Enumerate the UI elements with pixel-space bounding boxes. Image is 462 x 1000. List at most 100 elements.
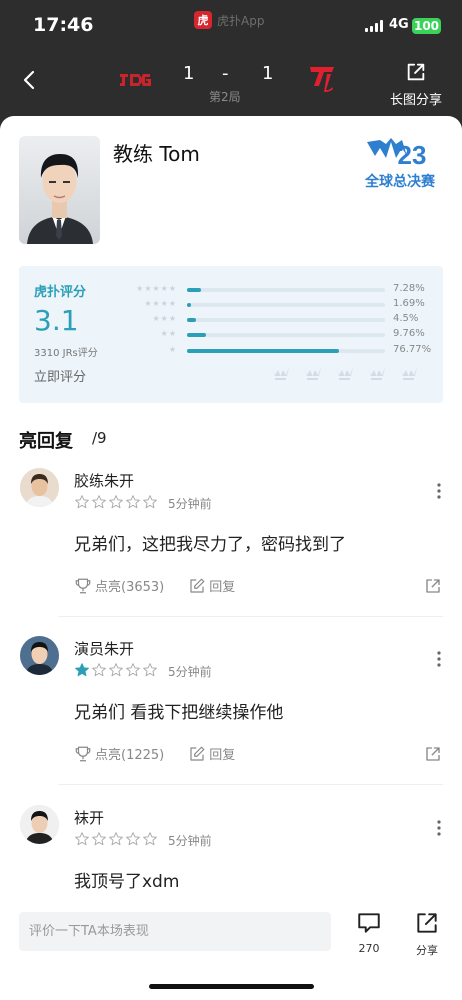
distribution-fill bbox=[187, 288, 202, 292]
bright-replies-heading: 亮回复 bbox=[19, 431, 73, 452]
star-empty-icon bbox=[92, 832, 106, 846]
score-left: 1 bbox=[183, 63, 195, 84]
reply-username[interactable]: 演员朱开 bbox=[74, 638, 134, 659]
home-indicator bbox=[149, 984, 314, 989]
star-empty-icon bbox=[92, 495, 106, 509]
reply-text: 我顶号了xdm bbox=[74, 872, 180, 892]
star-empty-icon bbox=[75, 495, 89, 509]
distribution-stars: ★ bbox=[168, 345, 177, 354]
trophy-like-icon bbox=[75, 746, 91, 761]
score-right: 1 bbox=[262, 63, 274, 84]
star-empty-icon bbox=[126, 495, 140, 509]
distribution-fill bbox=[187, 333, 207, 337]
reply-time: 5分钟前 bbox=[168, 497, 212, 511]
more-options-icon[interactable] bbox=[433, 482, 445, 500]
distribution-stars: ★★★★ bbox=[144, 299, 177, 308]
reply-label: 回复 bbox=[209, 580, 236, 595]
rate-now-button[interactable]: 立即评分 bbox=[34, 366, 86, 385]
app-indicator: 虎 虎扑App bbox=[194, 10, 264, 30]
long-image-share-label: 长图分享 bbox=[389, 93, 442, 108]
reply-text: 兄弟们 看我下把继续操作他 bbox=[74, 703, 284, 723]
reply-item[interactable]: 胶练朱开 5分钟前兄弟们，这把我尽力了，密码找到了点亮(3653) 回复 bbox=[0, 468, 462, 638]
network-type: 4G bbox=[389, 17, 409, 32]
app-logo-icon: 虎 bbox=[194, 11, 212, 29]
reply-item[interactable]: 演员朱开 5分钟前兄弟们 看我下把继续操作他点亮(1225) 回复 bbox=[0, 636, 462, 806]
reply-time: 5分钟前 bbox=[168, 834, 212, 848]
star-empty-icon bbox=[75, 832, 89, 846]
reply-button[interactable]: 回复 bbox=[188, 744, 235, 763]
reply-text: 兄弟们，这把我尽力了，密码找到了 bbox=[74, 535, 346, 555]
score-dash: - bbox=[222, 63, 229, 84]
share-icon[interactable] bbox=[424, 745, 442, 763]
game-number: 第2局 bbox=[209, 90, 241, 104]
coach-name: 教练 Tom bbox=[113, 142, 200, 166]
long-image-share-button[interactable]: 长图分享 bbox=[388, 61, 444, 108]
distribution-percent: 9.76% bbox=[393, 328, 425, 339]
reply-username[interactable]: 胶练朱开 bbox=[74, 470, 134, 491]
like-count: 点亮(3653) bbox=[95, 580, 165, 595]
trophy-icon-2[interactable] bbox=[303, 365, 322, 382]
trophy-icon-3[interactable] bbox=[335, 365, 354, 382]
reply-button[interactable]: 回复 bbox=[188, 576, 235, 595]
player-rating-sheet: 教练 Tom 23 全球总决赛 虎扑评分 3.1 3310 JRs评分 立即评分… bbox=[0, 116, 462, 1000]
distribution-bar bbox=[187, 318, 385, 322]
rating-title: 虎扑评分 bbox=[34, 285, 87, 300]
event-name: 全球总决赛 bbox=[364, 173, 436, 190]
comment-input[interactable] bbox=[19, 912, 331, 951]
reply-label: 回复 bbox=[209, 748, 236, 763]
star-empty-icon bbox=[143, 495, 157, 509]
reply-divider bbox=[59, 784, 443, 785]
edit-reply-icon bbox=[190, 746, 205, 761]
distribution-percent: 76.77% bbox=[393, 344, 432, 355]
team-jdg-logo-icon[interactable] bbox=[118, 70, 152, 90]
like-button[interactable]: 点亮(1225) bbox=[74, 744, 164, 763]
like-button[interactable]: 点亮(3653) bbox=[74, 576, 164, 595]
event-number: 23 bbox=[398, 140, 427, 170]
reply-username[interactable]: 袜开 bbox=[74, 807, 104, 828]
star-filled-icon bbox=[75, 663, 89, 677]
comment-count: 270 bbox=[358, 942, 380, 955]
distribution-stars: ★★★★★ bbox=[136, 284, 177, 293]
reply-time: 5分钟前 bbox=[168, 665, 212, 679]
comments-button[interactable]: 270 bbox=[354, 910, 384, 955]
battery-icon: 100 bbox=[412, 18, 441, 34]
distribution-percent: 1.69% bbox=[393, 298, 425, 309]
reply-star-rating bbox=[74, 831, 158, 847]
signal-icon bbox=[365, 20, 383, 32]
trophy-icon-4[interactable] bbox=[367, 365, 386, 382]
distribution-percent: 4.5% bbox=[393, 313, 419, 324]
more-options-icon[interactable] bbox=[433, 819, 445, 837]
worlds-event-logo: 23 全球总决赛 bbox=[364, 132, 436, 196]
reply-star-rating bbox=[74, 662, 158, 678]
star-empty-icon bbox=[126, 663, 140, 677]
trophy-icon-5[interactable] bbox=[399, 365, 418, 382]
team-t1-logo-icon[interactable] bbox=[308, 64, 336, 94]
back-arrow-icon[interactable] bbox=[18, 68, 42, 92]
distribution-row: ★★ 9.76% bbox=[127, 328, 431, 341]
share-export-icon bbox=[407, 63, 425, 81]
status-bar: 17:46 虎 虎扑App 4G 100 bbox=[0, 0, 462, 56]
rating-trophy-selector[interactable] bbox=[271, 365, 418, 382]
share-button[interactable]: 分享 bbox=[412, 910, 442, 958]
reply-avatar[interactable] bbox=[20, 468, 59, 507]
rating-score: 3.1 bbox=[34, 304, 79, 337]
edit-reply-icon bbox=[190, 578, 205, 593]
star-empty-icon bbox=[109, 832, 123, 846]
comment-bubble-icon bbox=[358, 913, 380, 933]
star-empty-icon bbox=[92, 663, 106, 677]
match-navbar: 1 - 1 第2局 长图分享 bbox=[0, 56, 462, 116]
share-label: 分享 bbox=[416, 944, 438, 957]
share-export-icon bbox=[417, 913, 437, 933]
star-empty-icon bbox=[109, 495, 123, 509]
like-count: 点亮(1225) bbox=[95, 748, 165, 763]
star-empty-icon bbox=[143, 832, 157, 846]
distribution-bar bbox=[187, 349, 385, 353]
trophy-icon-1[interactable] bbox=[271, 365, 290, 382]
reply-divider bbox=[59, 616, 443, 617]
reply-avatar[interactable] bbox=[20, 805, 59, 844]
share-icon[interactable] bbox=[424, 577, 442, 595]
distribution-row: ★ 76.77% bbox=[127, 344, 432, 357]
star-empty-icon bbox=[143, 663, 157, 677]
more-options-icon[interactable] bbox=[433, 650, 445, 668]
reply-avatar[interactable] bbox=[20, 636, 59, 675]
